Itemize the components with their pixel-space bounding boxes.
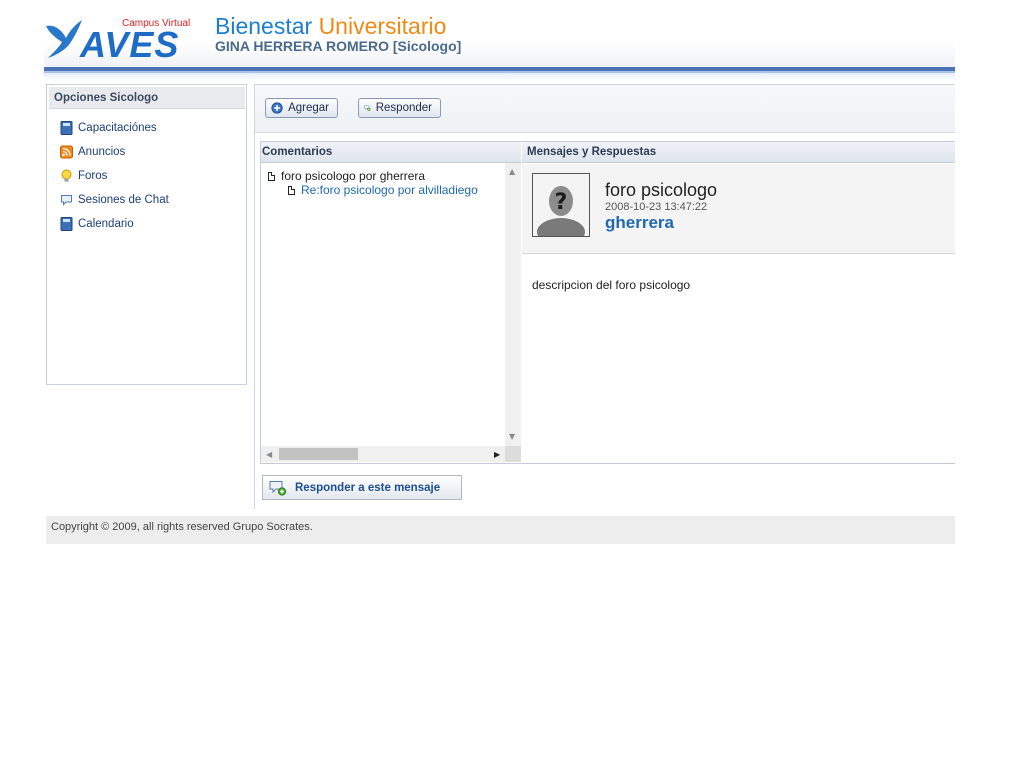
reply-bubble-icon (269, 480, 287, 496)
avatar: ? (532, 173, 590, 246)
document-icon (268, 171, 275, 181)
unknown-user-icon: ? (533, 174, 589, 246)
sidebar-item-calendario[interactable]: Calendario (60, 215, 134, 233)
aves-logo: Campus Virtual AVES (44, 12, 196, 65)
sidebar-item-label: Capacitaciónes (78, 122, 157, 134)
tree-item-label: Re:foro psicologo por alvilladiego (301, 183, 478, 197)
app-title-part2: Universitario (318, 13, 447, 39)
document-icon (288, 185, 295, 195)
lightbulb-icon (61, 169, 72, 182)
reply-bubble-icon (364, 105, 371, 111)
book-icon (60, 121, 73, 135)
app-title: Bienestar Universitario (215, 13, 446, 40)
horizontal-scroll-thumb[interactable] (279, 448, 358, 460)
scroll-up-arrow-icon[interactable]: ▲ (509, 167, 515, 176)
add-circle-icon (271, 102, 283, 114)
app-title-part1: Bienestar (215, 13, 313, 39)
message-body: descripcion del foro psicologo (532, 278, 691, 292)
bird-icon (46, 20, 82, 58)
message-author[interactable]: gherrera (605, 213, 674, 233)
messages-title: Mensajes y Respuestas (522, 142, 955, 163)
reply-button[interactable]: Responder (358, 98, 441, 118)
header-shadow (44, 73, 955, 81)
footer-copyright: Copyright © 2009, all rights reserved Gr… (46, 516, 955, 544)
comments-title: Comentarios (261, 142, 521, 163)
sidebar-item-capacitaciones[interactable]: Capacitaciónes (60, 119, 157, 137)
add-button[interactable]: Agregar (265, 98, 338, 118)
sidebar-item-label: Anuncios (78, 146, 126, 158)
message-title: foro psicologo (605, 180, 718, 200)
sidebar-item-foros[interactable]: Foros (60, 167, 107, 185)
reply-to-message-button[interactable]: Responder a este mensaje (262, 475, 462, 500)
sidebar-item-label: Foros (78, 170, 108, 182)
message-date: 2008-10-23 13:47:22 (605, 201, 708, 213)
book-icon (60, 217, 73, 231)
sidebar-item-label: Calendario (78, 218, 134, 230)
tree-item-label: foro psicologo por gherrera (281, 169, 426, 183)
reply-button-label: Responder (375, 102, 432, 114)
comments-vertical-scrollbar[interactable] (505, 163, 521, 446)
rss-icon (60, 145, 73, 159)
svg-text:?: ? (555, 190, 568, 215)
scroll-right-arrow-icon[interactable]: ▶ (494, 450, 500, 459)
scroll-left-arrow-icon[interactable]: ◀ (266, 450, 272, 459)
sidebar-title: Opciones Sicologo (49, 87, 245, 109)
tree-item-reply[interactable]: Re:foro psicologo por alvilladiego (288, 183, 478, 197)
tree-item-root[interactable]: foro psicologo por gherrera (268, 169, 425, 183)
chat-bubble-icon (61, 195, 72, 206)
add-button-label: Agregar (288, 102, 329, 114)
scroll-down-arrow-icon[interactable]: ▼ (509, 432, 515, 441)
sidebar-item-label: Sesiones de Chat (78, 194, 169, 206)
logo-aves: AVES (80, 24, 180, 65)
sidebar-item-anuncios[interactable]: Anuncios (60, 143, 125, 161)
reply-to-message-label: Responder a este mensaje (295, 481, 441, 494)
user-name-role: GINA HERRERA ROMERO [Sicologo] (215, 38, 462, 54)
sidebar-item-sesiones-chat[interactable]: Sesiones de Chat (60, 191, 169, 209)
scrollbar-corner (505, 446, 521, 462)
